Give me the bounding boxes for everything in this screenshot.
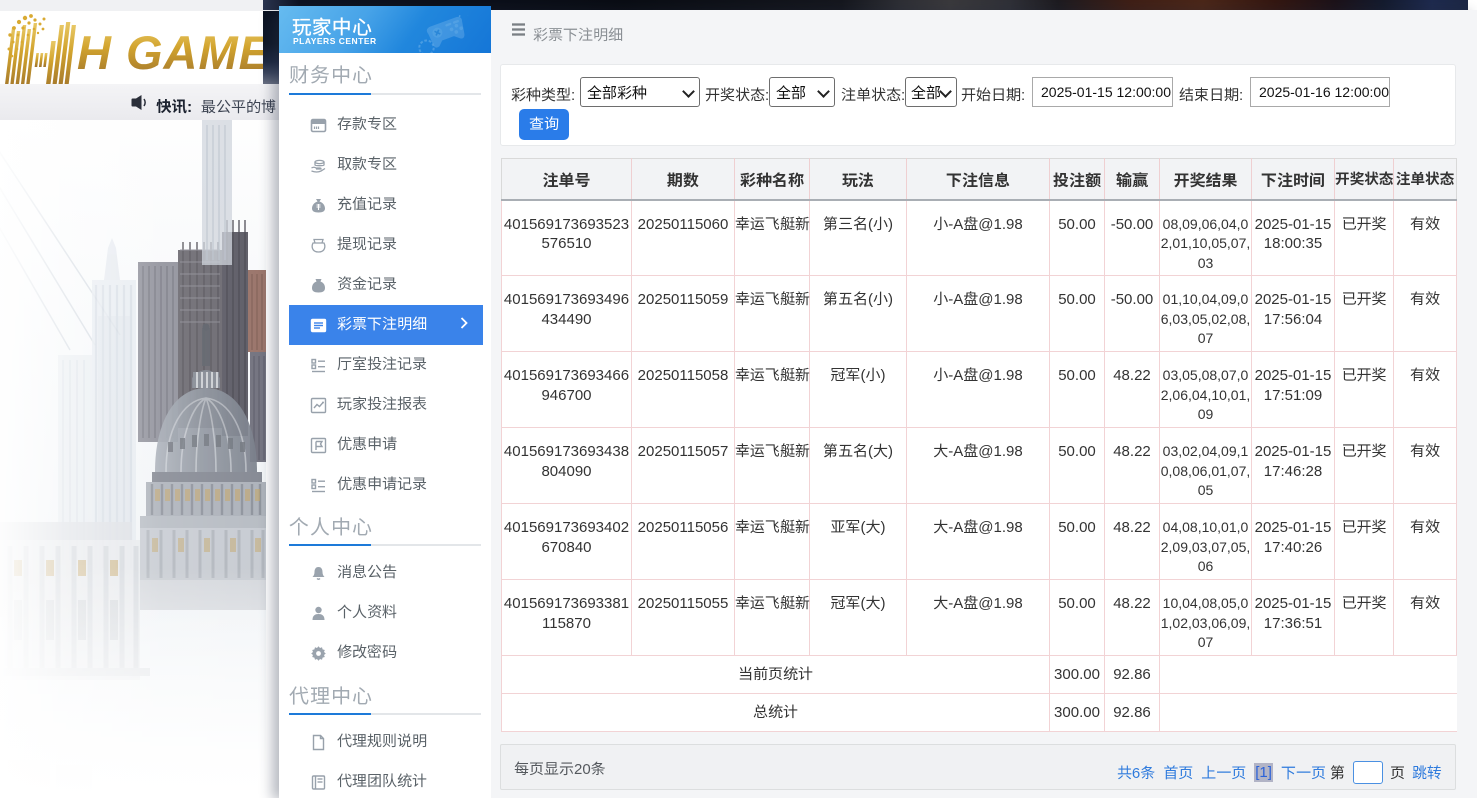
- svg-text:H GAME: H GAME: [77, 26, 272, 79]
